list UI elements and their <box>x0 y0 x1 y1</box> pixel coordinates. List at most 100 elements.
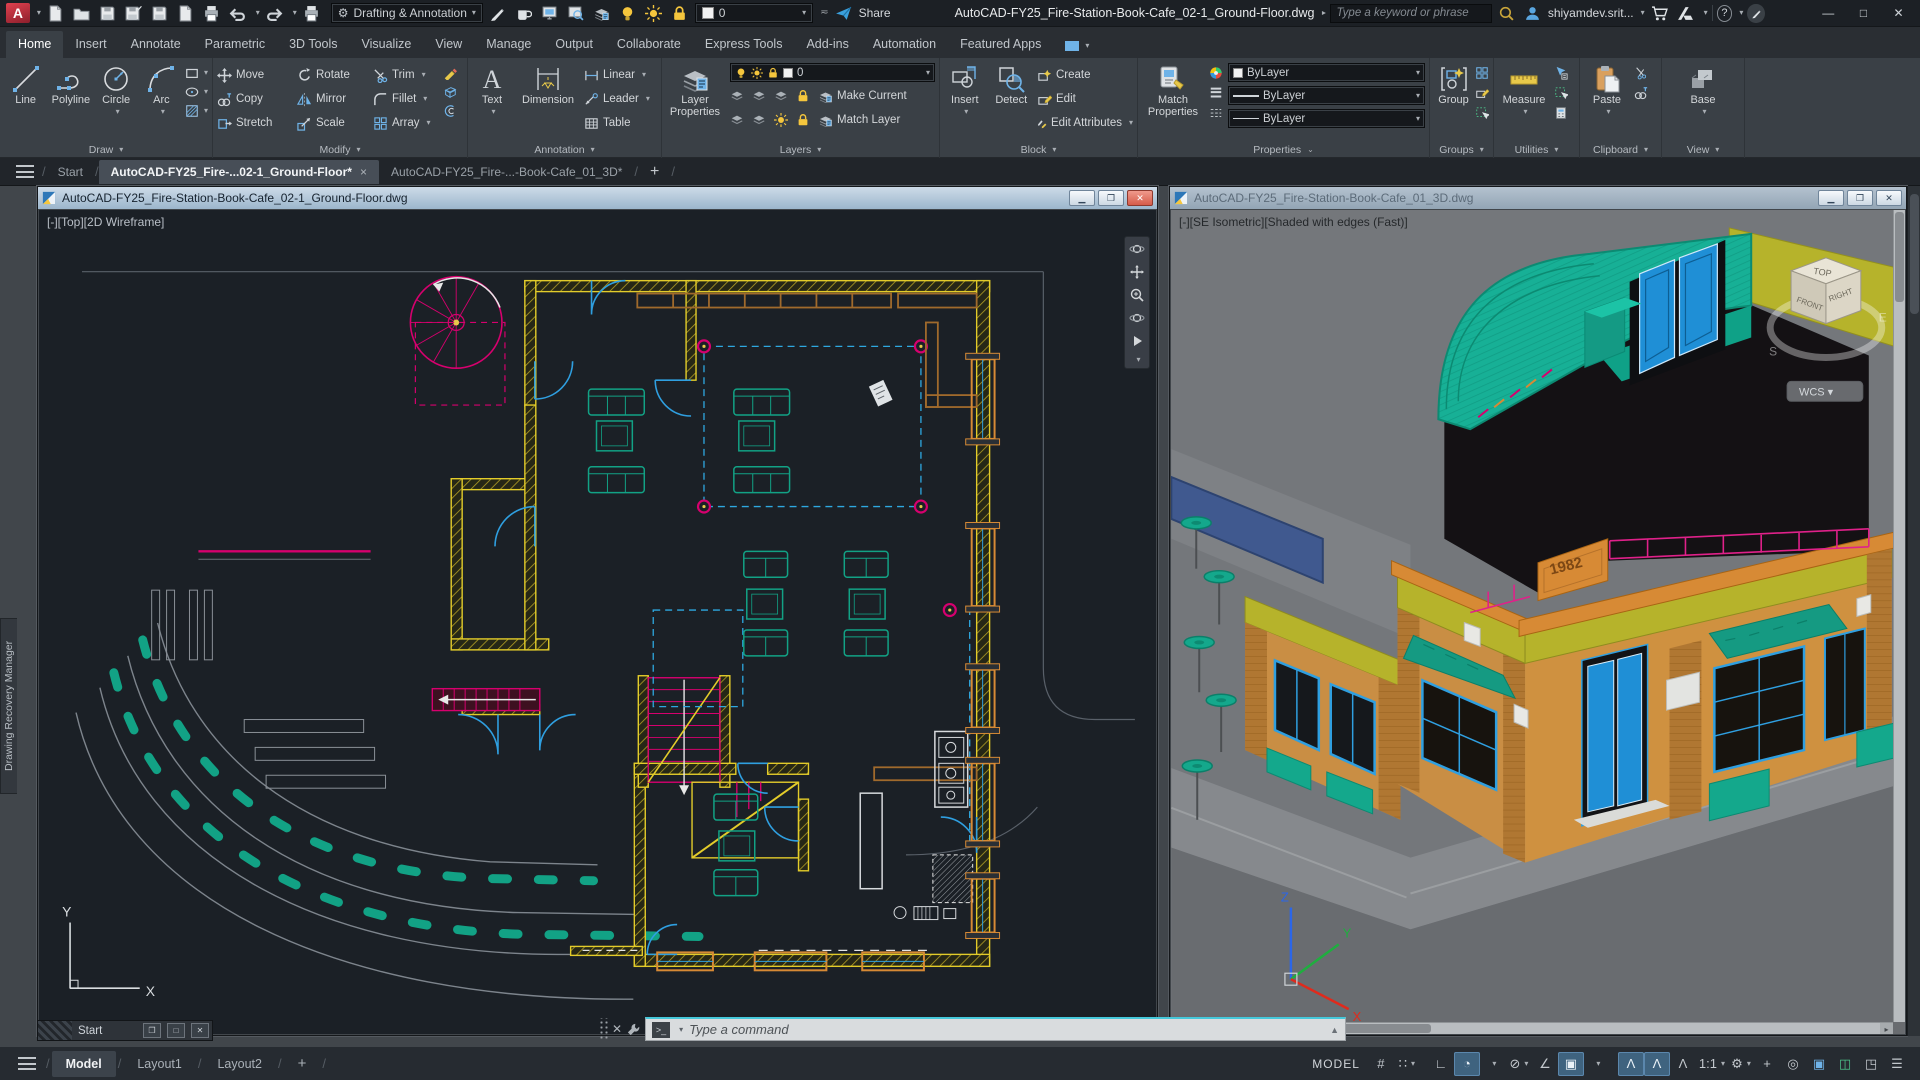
move-button[interactable]: Move <box>217 65 291 85</box>
floor-plan-drawing[interactable]: Y X <box>39 210 1156 1034</box>
save-to-mobile-button[interactable] <box>149 2 171 24</box>
linetype-combo[interactable]: ByLayer▾ <box>1228 109 1425 128</box>
minimized-maximize-button[interactable]: □ <box>167 1023 185 1038</box>
tab-annotate[interactable]: Annotate <box>119 31 193 58</box>
left-viewport-canvas[interactable]: [-][Top][2D Wireframe] ▾ <box>39 210 1156 1034</box>
group-edit-button[interactable] <box>1475 86 1489 100</box>
stretch-button[interactable]: Stretch <box>217 113 291 133</box>
select-similar-button[interactable] <box>1554 86 1568 100</box>
customize-toggle[interactable]: + <box>1754 1052 1780 1076</box>
erase-button[interactable] <box>443 66 457 80</box>
clean-screen-button[interactable]: ◳ <box>1858 1052 1884 1076</box>
arc-button[interactable]: Arc▾ <box>140 61 183 116</box>
minimized-restore-button[interactable]: ❐ <box>143 1023 161 1038</box>
group-button[interactable]: Group <box>1434 61 1473 107</box>
dimension-button[interactable]: Dimension <box>517 61 579 107</box>
left-window-minimize-button[interactable]: ▁ <box>1069 190 1095 206</box>
file-tab-start[interactable]: Start <box>46 160 95 184</box>
steering-wheel-icon[interactable] <box>1129 241 1145 257</box>
assistant-icon[interactable] <box>1747 4 1764 23</box>
tab-collaborate[interactable]: Collaborate <box>605 31 693 58</box>
share-button[interactable]: Share <box>859 6 891 20</box>
tab-automation[interactable]: Automation <box>861 31 948 58</box>
command-prompt-icon[interactable]: >_ <box>652 1022 670 1038</box>
share-icon[interactable] <box>833 2 855 24</box>
graphics-performance-button[interactable]: ◫ <box>1832 1052 1858 1076</box>
user-name[interactable]: shiyamdev.srit... <box>1548 6 1634 20</box>
create-block-button[interactable]: Create <box>1037 65 1133 85</box>
zoom-icon[interactable] <box>1129 287 1145 303</box>
workspace-switch-gear[interactable]: ⚙▾ <box>1728 1052 1754 1076</box>
layer-list-caret-icon[interactable]: ≂ <box>820 8 828 18</box>
layer-lock-icon[interactable] <box>669 2 691 24</box>
offset-button[interactable] <box>443 104 457 118</box>
plot-button[interactable] <box>201 2 223 24</box>
polar-caret-icon[interactable]: ▾ <box>1480 1052 1506 1076</box>
object-color-combo[interactable]: ByLayer▾ <box>1228 63 1425 82</box>
customize-wrench-icon[interactable] <box>626 1022 641 1037</box>
tab-output[interactable]: Output <box>543 31 605 58</box>
building-3d-view[interactable]: 1982 <box>1171 210 1905 1034</box>
help-caret-icon[interactable]: ▾ <box>1739 9 1743 17</box>
panel-label-groups[interactable]: Groups▾ <box>1430 142 1493 158</box>
isodraft-toggle[interactable]: ⊘▾ <box>1506 1052 1532 1076</box>
annotation-scale-value[interactable]: 1:1▾ <box>1696 1052 1728 1076</box>
model-tab[interactable]: Model <box>52 1051 116 1077</box>
cut-button[interactable] <box>1634 66 1648 80</box>
rotate-button[interactable]: Rotate <box>297 65 367 85</box>
new-layout-button[interactable]: + <box>284 1049 321 1078</box>
pan-hand-icon[interactable] <box>1129 264 1145 280</box>
drawing-recovery-manager-tab[interactable]: Drawing Recovery Manager <box>0 618 17 794</box>
layer-on-button[interactable] <box>730 113 744 127</box>
command-bar-grip[interactable] <box>598 1018 608 1040</box>
right-viewport-controls[interactable]: [-][SE Isometric][Shaded with edges (Fas… <box>1179 215 1408 229</box>
new-drawing-tab-button[interactable]: + <box>638 158 671 186</box>
right-window-restore-button[interactable]: ❐ <box>1847 190 1873 206</box>
batch-plot-button[interactable] <box>301 2 323 24</box>
left-window-restore-button[interactable]: ❐ <box>1098 190 1124 206</box>
panel-label-modify[interactable]: Modify▾ <box>213 142 467 158</box>
layer-properties-button[interactable]: Layer Properties <box>666 61 724 118</box>
layout-menu-icon[interactable] <box>18 1057 36 1070</box>
logo-menu-caret-icon[interactable]: ▾ <box>37 9 41 17</box>
linear-button[interactable]: Linear▾ <box>584 65 656 85</box>
file-tab-close-icon[interactable]: × <box>360 165 367 179</box>
help-button[interactable]: ? <box>1717 5 1733 22</box>
minimize-window-button[interactable]: — <box>1813 2 1844 24</box>
cart-icon[interactable] <box>1649 2 1671 24</box>
layer-thaw-button[interactable] <box>774 113 788 127</box>
scale-button[interactable]: Scale <box>297 113 367 133</box>
quick-layer-combo[interactable]: 0 ▾ <box>695 3 813 23</box>
right-window-title-bar[interactable]: AutoCAD-FY25_Fire-Station-Book-Cafe_01_3… <box>1170 187 1906 209</box>
rectangle-button[interactable]: ▾ <box>185 66 208 80</box>
undo-caret-icon[interactable]: ▾ <box>256 9 260 17</box>
quick-calculator-button[interactable] <box>1554 106 1568 120</box>
layer-isolate-button[interactable] <box>752 89 766 103</box>
tab-add-ins[interactable]: Add-ins <box>794 31 860 58</box>
osnap-caret-icon[interactable]: ▾ <box>1584 1052 1610 1076</box>
sheet-pen-icon[interactable] <box>487 2 509 24</box>
file-tab-ground-floor[interactable]: AutoCAD-FY25_Fire-...02-1_Ground-Floor* … <box>99 160 379 184</box>
annotation-visibility-toggle[interactable]: Λ <box>1618 1052 1644 1076</box>
undo-button[interactable] <box>227 2 249 24</box>
redo-caret-icon[interactable]: ▾ <box>293 9 297 17</box>
layer-freeze-button[interactable] <box>774 89 788 103</box>
customization-menu-button[interactable]: ☰ <box>1884 1052 1910 1076</box>
user-avatar[interactable] <box>1522 2 1544 24</box>
navigation-bar[interactable]: ▾ <box>1124 236 1150 369</box>
tab-featured-apps[interactable]: Featured Apps <box>948 31 1053 58</box>
open-from-mobile-button[interactable] <box>175 2 197 24</box>
copy-button[interactable]: Copy <box>217 89 291 109</box>
command-bar-close-icon[interactable]: ✕ <box>612 1022 622 1036</box>
new-file-button[interactable] <box>45 2 67 24</box>
insert-block-button[interactable]: Insert▾ <box>944 61 986 116</box>
layer-combo[interactable]: 0 ▾ <box>730 63 935 82</box>
command-input[interactable]: >_ ▾ Type a command ▲ <box>645 1017 1346 1041</box>
panel-label-properties[interactable]: Properties⌄ <box>1138 142 1429 158</box>
file-tab-3d[interactable]: AutoCAD-FY25_Fire-...-Book-Cafe_01_3D* <box>379 160 634 184</box>
wcs-dropdown[interactable]: WCS ▾ <box>1799 386 1834 398</box>
file-tab-menu-icon[interactable] <box>16 165 34 178</box>
tab-visualize[interactable]: Visualize <box>350 31 424 58</box>
minimized-start-window[interactable]: Start ❐ □ ✕ <box>37 1020 213 1041</box>
layout2-tab[interactable]: Layout2 <box>203 1051 275 1077</box>
